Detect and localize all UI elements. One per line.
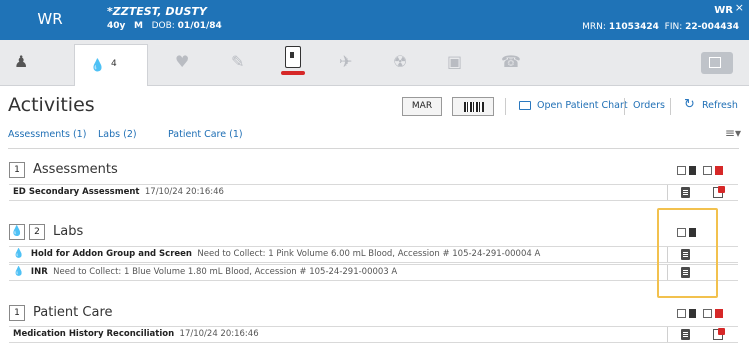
activity-detail: Need to Collect: 1 Blue Volume 1.80 mL B… — [53, 267, 398, 277]
table-row[interactable]: Medication History Reconciliation 17/10/… — [9, 326, 738, 343]
activity-detail: 17/10/24 20:16:46 — [144, 187, 224, 197]
alert-document-icon[interactable] — [713, 186, 725, 198]
right-location-code: WR — [714, 5, 733, 16]
scanner-alert-bar — [281, 71, 305, 75]
patient-sex: M — [134, 21, 143, 31]
mrn-value: 11053424 — [608, 22, 659, 32]
mrn-label: MRN: — [582, 22, 606, 32]
fin-value: 22-004434 — [685, 22, 739, 32]
select-all-checkbox[interactable] — [703, 309, 712, 318]
row-divider — [667, 327, 668, 342]
barcode-button[interactable] — [452, 97, 494, 116]
radiation-icon[interactable]: ☢ — [393, 52, 407, 71]
patient-ids: MRN: 11053424 FIN: 22-004434 — [582, 22, 739, 32]
patient-banner: WR *ZZTEST, DUSTY 40y M DOB: 01/01/84 WR… — [0, 0, 749, 40]
drop-icon: 💧 — [9, 224, 25, 240]
document-icon[interactable] — [681, 187, 690, 198]
section-title: Patient Care — [33, 305, 113, 320]
mar-button[interactable]: MAR — [402, 97, 442, 116]
activity-name: ED Secondary Assessment — [13, 187, 140, 197]
heart-icon[interactable]: ♥ — [175, 52, 189, 71]
select-all-checkbox[interactable] — [677, 166, 686, 175]
tab-labs-active[interactable]: 💧 4 — [74, 44, 148, 86]
section-count-badge: 1 — [9, 162, 25, 178]
active-count: 4 — [111, 59, 117, 69]
document-icon — [689, 166, 696, 175]
person-icon[interactable]: ♟ — [14, 52, 28, 71]
page-title: Activities — [8, 94, 95, 116]
select-all-checkbox[interactable] — [703, 166, 712, 175]
tab-patient-care[interactable]: Patient Care (1) — [168, 129, 243, 140]
activity-detail: 17/10/24 20:16:46 — [179, 329, 259, 339]
tab-labs[interactable]: Labs (2) — [98, 129, 137, 140]
folder-icon[interactable] — [519, 101, 531, 110]
pill-icon[interactable]: ✎ — [231, 52, 244, 71]
barcode-icon — [464, 102, 484, 112]
activity-name: INR — [30, 267, 48, 277]
refresh-link[interactable]: Refresh — [702, 100, 738, 111]
section-title: Assessments — [33, 162, 118, 177]
location-code: WR — [37, 10, 63, 28]
section-count-badge: 2 — [29, 224, 45, 240]
table-row[interactable]: ED Secondary Assessment 17/10/24 20:16:4… — [9, 184, 738, 201]
table-row[interactable]: 💧 INR Need to Collect: 1 Blue Volume 1.8… — [9, 264, 738, 281]
phone-icon[interactable]: ☎ — [501, 52, 521, 71]
alert-document-icon — [715, 166, 723, 175]
activity-type-bar: ♟ 💧 4 ♥ ✎ ✈ ☢ ▣ ☎ — [0, 40, 749, 86]
print-button[interactable] — [701, 52, 733, 74]
refresh-icon[interactable]: ↻ — [684, 97, 695, 112]
open-patient-chart-link[interactable]: Open Patient Chart — [537, 100, 628, 111]
patient-name[interactable]: *ZZTEST, DUSTY — [107, 5, 207, 18]
toolbar-divider — [670, 98, 671, 115]
fin-label: FIN: — [664, 22, 683, 32]
section-title: Labs — [53, 224, 84, 239]
list-options-icon[interactable]: ≡▾ — [725, 126, 741, 140]
bag-icon[interactable]: ▣ — [447, 52, 462, 71]
section-divider — [8, 148, 739, 149]
toolbar-divider — [505, 98, 506, 115]
toolbar-divider — [624, 98, 625, 115]
document-icon — [689, 309, 696, 318]
row-divider — [667, 185, 668, 200]
activity-detail: Need to Collect: 1 Pink Volume 6.00 mL B… — [197, 249, 541, 259]
patient-dob: 01/01/84 — [177, 21, 222, 31]
activity-name: Medication History Reconciliation — [13, 329, 175, 339]
patient-demographics: 40y M DOB: 01/01/84 — [107, 21, 222, 31]
section-count-badge: 1 — [9, 305, 25, 321]
activity-name: Hold for Addon Group and Screen — [30, 249, 192, 259]
alert-document-icon[interactable] — [713, 328, 725, 340]
close-icon[interactable]: × — [735, 1, 744, 14]
drop-icon: 💧 — [13, 267, 25, 277]
drop-icon: 💧 — [13, 249, 25, 259]
drop-icon: 💧 — [90, 58, 105, 72]
tab-assessments[interactable]: Assessments (1) — [8, 129, 86, 140]
plane-icon[interactable]: ✈ — [339, 52, 352, 71]
select-all-checkbox[interactable] — [677, 309, 686, 318]
patient-age: 40y — [107, 21, 126, 31]
orders-link[interactable]: Orders — [633, 100, 665, 111]
scanner-icon[interactable] — [285, 46, 301, 68]
dob-label: DOB: — [151, 21, 175, 31]
highlight-box — [657, 208, 718, 298]
document-icon[interactable] — [681, 329, 690, 340]
table-row[interactable]: 💧 Hold for Addon Group and Screen Need t… — [9, 246, 738, 263]
alert-document-icon — [715, 309, 723, 318]
